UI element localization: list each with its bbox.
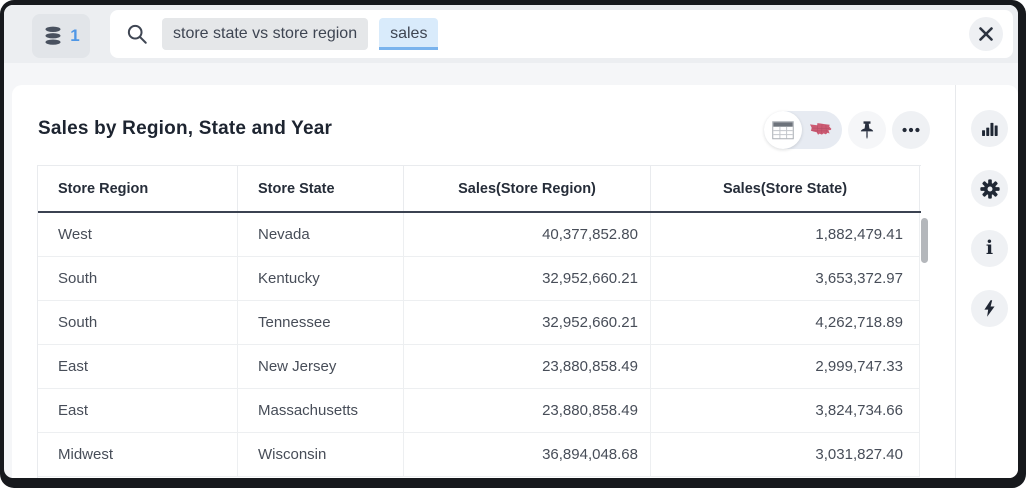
side-rail: i (971, 110, 1008, 327)
table-cell[interactable]: 3,653,372.97 (651, 257, 920, 301)
clear-search-button[interactable] (969, 17, 1003, 51)
change-visualization-button[interactable] (971, 110, 1008, 147)
table-cell[interactable]: 4,262,718.89 (651, 301, 920, 345)
search-bar[interactable]: store state vs store region sales (110, 10, 1013, 58)
gear-icon (979, 178, 1001, 200)
table-cell[interactable]: South (38, 301, 238, 345)
table-cell[interactable]: 36,894,048.68 (404, 433, 651, 477)
column-header-store-region[interactable]: Store Region (38, 166, 238, 211)
result-table: Store Region Store State Sales(Store Reg… (37, 165, 921, 478)
answer-title: Sales by Region, State and Year (38, 118, 332, 140)
data-source-count: 1 (70, 26, 79, 46)
table-cell[interactable]: East (38, 389, 238, 433)
answer-card: Sales by Region, State and Year (12, 85, 1018, 478)
info-button[interactable]: i (971, 230, 1008, 267)
table-row[interactable]: SouthKentucky32,952,660.213,653,372.97 (38, 257, 921, 301)
table-cell[interactable]: 3,824,734.66 (651, 389, 920, 433)
close-icon (979, 27, 993, 41)
table-cell[interactable]: 32,952,660.21 (404, 301, 651, 345)
rail-divider (955, 85, 956, 478)
table-cell[interactable]: 23,880,858.49 (404, 389, 651, 433)
table-row[interactable]: SouthTennessee32,952,660.214,262,718.89 (38, 301, 921, 345)
table-cell[interactable]: New Jersey (238, 345, 404, 389)
search-topbar: 1 store state vs store region sales (4, 5, 1018, 63)
table-cell[interactable]: 32,952,660.21 (404, 257, 651, 301)
table-view-button[interactable] (764, 111, 802, 149)
table-row[interactable]: EastNew Jersey23,880,858.492,999,747.33 (38, 345, 921, 389)
more-icon (900, 119, 922, 141)
chart-icon (979, 118, 1000, 139)
table-cell[interactable]: 3,031,827.40 (651, 433, 920, 477)
table-view-icon (772, 121, 794, 140)
search-icon (126, 23, 149, 46)
table-body: WestNevada40,377,852.801,882,479.41South… (38, 213, 921, 477)
pin-icon (856, 119, 878, 141)
table-cell[interactable]: Massachusetts (238, 389, 404, 433)
info-icon: i (986, 239, 993, 258)
table-cell[interactable]: Wisconsin (238, 433, 404, 477)
column-header-sales-store-state[interactable]: Sales(Store State) (651, 166, 920, 211)
map-view-icon (809, 122, 834, 138)
lightning-icon (980, 299, 999, 318)
view-toggle (764, 111, 842, 149)
search-token-phrase[interactable]: store state vs store region (162, 18, 368, 50)
column-header-store-state[interactable]: Store State (238, 166, 404, 211)
pin-button[interactable] (848, 111, 886, 149)
table-cell[interactable]: Midwest (38, 433, 238, 477)
table-cell[interactable]: 23,880,858.49 (404, 345, 651, 389)
table-cell[interactable]: East (38, 345, 238, 389)
configure-button[interactable] (971, 170, 1008, 207)
table-cell[interactable]: Tennessee (238, 301, 404, 345)
table-cell[interactable]: Nevada (238, 213, 404, 257)
map-view-button[interactable] (802, 111, 841, 149)
table-header-row: Store Region Store State Sales(Store Reg… (38, 166, 921, 213)
table-cell[interactable]: Kentucky (238, 257, 404, 301)
answer-toolbar (764, 111, 930, 149)
table-scrollbar[interactable] (921, 218, 928, 263)
app-window: 1 store state vs store region sales (0, 0, 1026, 488)
table-cell[interactable]: South (38, 257, 238, 301)
table-row[interactable]: MidwestWisconsin36,894,048.683,031,827.4… (38, 433, 921, 477)
search-token-active[interactable]: sales (379, 18, 438, 50)
database-icon (42, 25, 64, 47)
table-row[interactable]: WestNevada40,377,852.801,882,479.41 (38, 213, 921, 257)
table-row[interactable]: EastMassachusetts23,880,858.493,824,734.… (38, 389, 921, 433)
table-cell[interactable]: 40,377,852.80 (404, 213, 651, 257)
table-cell[interactable]: West (38, 213, 238, 257)
data-source-button[interactable]: 1 (32, 14, 90, 58)
spotiq-button[interactable] (971, 290, 1008, 327)
table-cell[interactable]: 2,999,747.33 (651, 345, 920, 389)
more-button[interactable] (892, 111, 930, 149)
column-header-sales-store-region[interactable]: Sales(Store Region) (404, 166, 651, 211)
app-frame: 1 store state vs store region sales (4, 5, 1018, 478)
table-cell[interactable]: 1,882,479.41 (651, 213, 920, 257)
